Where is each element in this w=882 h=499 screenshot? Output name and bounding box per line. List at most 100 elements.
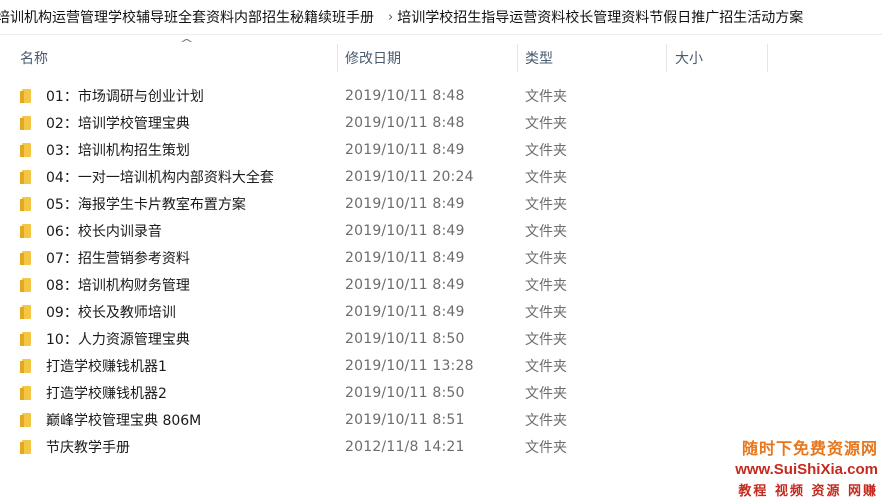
file-date: 2019/10/11 8:50 <box>345 330 465 347</box>
file-date: 2019/10/11 8:51 <box>345 411 465 428</box>
folder-icon <box>20 304 32 320</box>
column-header-type[interactable]: 类型 <box>519 40 665 76</box>
watermark-url: www.SuiShiXia.com <box>735 461 878 478</box>
file-row[interactable]: 03：培训机构招生策划 2019/10/11 8:49 文件夹 <box>0 136 882 163</box>
file-row[interactable]: 01：市场调研与创业计划 2019/10/11 8:48 文件夹 <box>0 82 882 109</box>
file-list: 01：市场调研与创业计划 2019/10/11 8:48 文件夹 02：培训学校… <box>0 82 882 460</box>
file-type: 文件夹 <box>525 88 567 105</box>
file-name: 02：培训学校管理宝典 <box>46 115 190 132</box>
file-row[interactable]: 08：培训机构财务管理 2019/10/11 8:49 文件夹 <box>0 271 882 298</box>
file-name: 07：招生营销参考资料 <box>46 250 190 267</box>
file-name: 打造学校赚钱机器2 <box>46 385 167 402</box>
folder-icon <box>20 358 32 374</box>
folder-icon <box>20 331 32 347</box>
file-date: 2019/10/11 8:49 <box>345 303 465 320</box>
column-divider[interactable] <box>517 44 518 72</box>
file-name-cell: 03：培训机构招生策划 <box>20 136 190 163</box>
folder-icon <box>20 142 32 158</box>
file-row[interactable]: 04：一对一培训机构内部资料大全套 2019/10/11 20:24 文件夹 <box>0 163 882 190</box>
file-row[interactable]: 07：招生营销参考资料 2019/10/11 8:49 文件夹 <box>0 244 882 271</box>
folder-icon <box>20 250 32 266</box>
file-name: 巅峰学校管理宝典 806M <box>46 412 202 429</box>
file-name-cell: 05：海报学生卡片教室布置方案 <box>20 190 246 217</box>
file-row[interactable]: 打造学校赚钱机器1 2019/10/11 13:28 文件夹 <box>0 352 882 379</box>
file-name-cell: 02：培训学校管理宝典 <box>20 109 190 136</box>
file-name-cell: 节庆教学手册 <box>20 433 130 460</box>
file-row[interactable]: 06：校长内训录音 2019/10/11 8:49 文件夹 <box>0 217 882 244</box>
column-header-row: 名称 ^ 修改日期 类型 大小 <box>0 37 882 76</box>
file-name: 06：校长内训录音 <box>46 223 162 240</box>
column-header-date-label: 修改日期 <box>345 51 401 67</box>
file-name-cell: 打造学校赚钱机器2 <box>20 379 167 406</box>
file-name: 打造学校赚钱机器1 <box>46 358 167 375</box>
file-type: 文件夹 <box>525 304 567 321</box>
folder-icon <box>20 115 32 131</box>
file-type: 文件夹 <box>525 412 567 429</box>
file-type: 文件夹 <box>525 250 567 267</box>
file-type: 文件夹 <box>525 142 567 159</box>
file-date: 2019/10/11 13:28 <box>345 357 474 374</box>
folder-icon <box>20 223 32 239</box>
folder-icon <box>20 439 32 455</box>
column-header-name-label: 名称 <box>20 51 48 67</box>
folder-icon <box>20 88 32 104</box>
file-name-cell: 06：校长内训录音 <box>20 217 162 244</box>
folder-icon <box>20 277 32 293</box>
file-type: 文件夹 <box>525 169 567 186</box>
breadcrumb: 培训机构运营管理学校辅导班全套资料内部招生秘籍续班手册 › 培训学校招生指导运营… <box>0 0 882 35</box>
file-name: 05：海报学生卡片教室布置方案 <box>46 196 246 213</box>
site-watermark: 随时下免费资源网 www.SuiShiXia.com 教程 视频 资源 网赚 <box>708 435 878 499</box>
column-header-type-label: 类型 <box>525 51 553 67</box>
column-header-size-label: 大小 <box>675 51 703 67</box>
file-name: 04：一对一培训机构内部资料大全套 <box>46 169 274 186</box>
file-type: 文件夹 <box>525 385 567 402</box>
file-type: 文件夹 <box>525 223 567 240</box>
column-divider[interactable] <box>666 44 667 72</box>
file-row[interactable]: 10：人力资源管理宝典 2019/10/11 8:50 文件夹 <box>0 325 882 352</box>
breadcrumb-item-parent[interactable]: 培训机构运营管理学校辅导班全套资料内部招生秘籍续班手册 <box>0 7 380 27</box>
column-divider[interactable] <box>337 44 338 72</box>
file-name-cell: 08：培训机构财务管理 <box>20 271 190 298</box>
file-date: 2019/10/11 8:50 <box>345 384 465 401</box>
file-name: 01：市场调研与创业计划 <box>46 88 204 105</box>
file-name-cell: 01：市场调研与创业计划 <box>20 82 204 109</box>
file-row[interactable]: 02：培训学校管理宝典 2019/10/11 8:48 文件夹 <box>0 109 882 136</box>
file-name-cell: 04：一对一培训机构内部资料大全套 <box>20 163 274 190</box>
file-type: 文件夹 <box>525 277 567 294</box>
file-date: 2019/10/11 8:49 <box>345 141 465 158</box>
sort-ascending-icon: ^ <box>179 37 194 50</box>
file-type: 文件夹 <box>525 331 567 348</box>
file-name: 08：培训机构财务管理 <box>46 277 190 294</box>
watermark-tagline: 教程 视频 资源 网赚 <box>738 484 878 499</box>
file-name-cell: 打造学校赚钱机器1 <box>20 352 167 379</box>
folder-icon <box>20 412 32 428</box>
breadcrumb-item-current[interactable]: 培训学校招生指导运营资料校长管理资料节假日推广招生活动方案 <box>397 7 809 27</box>
folder-icon <box>20 385 32 401</box>
file-date: 2019/10/11 8:48 <box>345 87 465 104</box>
file-name: 03：培训机构招生策划 <box>46 142 190 159</box>
column-header-size[interactable]: 大小 <box>669 40 767 76</box>
file-date: 2019/10/11 8:49 <box>345 249 465 266</box>
file-row[interactable]: 05：海报学生卡片教室布置方案 2019/10/11 8:49 文件夹 <box>0 190 882 217</box>
file-date: 2019/10/11 20:24 <box>345 168 474 185</box>
file-date: 2019/10/11 8:49 <box>345 195 465 212</box>
file-type: 文件夹 <box>525 439 567 456</box>
file-name-cell: 07：招生营销参考资料 <box>20 244 190 271</box>
file-row[interactable]: 巅峰学校管理宝典 806M 2019/10/11 8:51 文件夹 <box>0 406 882 433</box>
file-name-cell: 巅峰学校管理宝典 806M <box>20 406 201 433</box>
watermark-title: 随时下免费资源网 <box>741 439 878 458</box>
column-header-name[interactable]: 名称 ^ <box>14 37 336 76</box>
folder-icon <box>20 196 32 212</box>
file-name: 节庆教学手册 <box>46 439 130 456</box>
file-name-cell: 10：人力资源管理宝典 <box>20 325 190 352</box>
file-date: 2019/10/11 8:49 <box>345 222 465 239</box>
file-row[interactable]: 打造学校赚钱机器2 2019/10/11 8:50 文件夹 <box>0 379 882 406</box>
file-date: 2012/11/8 14:21 <box>345 438 465 455</box>
file-type: 文件夹 <box>525 358 567 375</box>
file-type: 文件夹 <box>525 115 567 132</box>
column-divider[interactable] <box>767 44 768 72</box>
file-row[interactable]: 09：校长及教师培训 2019/10/11 8:49 文件夹 <box>0 298 882 325</box>
file-name: 09：校长及教师培训 <box>46 304 176 321</box>
column-header-date[interactable]: 修改日期 <box>339 40 517 76</box>
file-name: 10：人力资源管理宝典 <box>46 331 190 348</box>
